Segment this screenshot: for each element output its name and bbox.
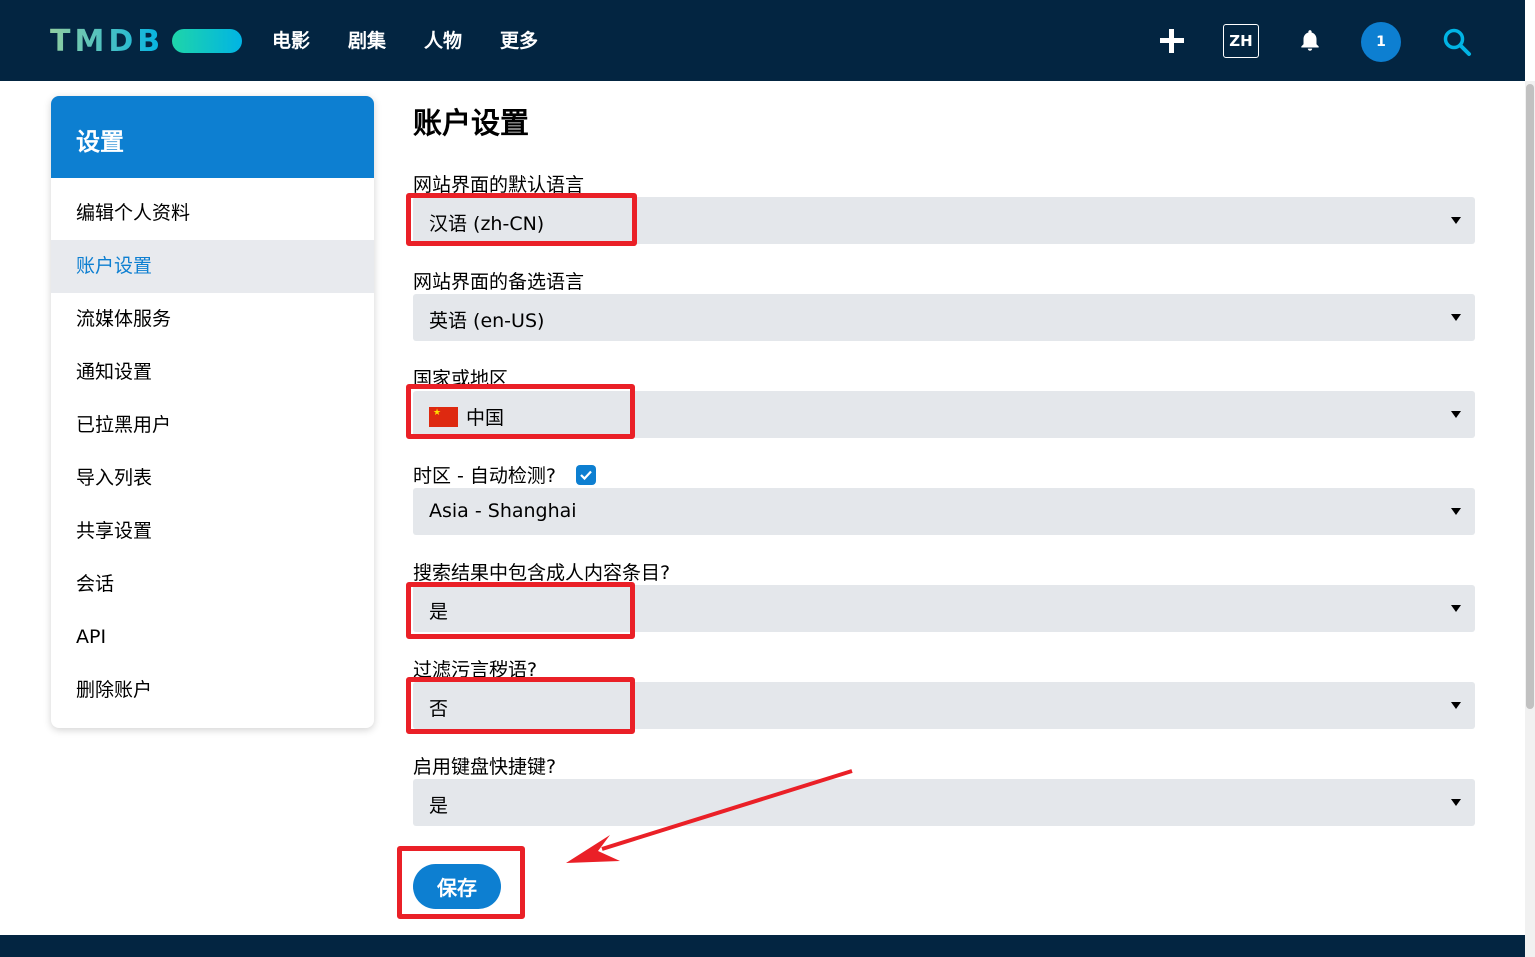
page-title: 账户设置 [413,106,530,140]
highlight-box-adult-content [406,582,635,639]
logo-pill [172,29,243,53]
keyboard-shortcuts-value: 是 [429,795,449,817]
fallback-language-label: 网站界面的备选语言 [413,271,585,293]
highlight-box-filter-profanity [406,677,635,734]
nav-tv[interactable]: 剧集 [348,26,386,53]
sidebar-item-streaming-services[interactable]: 流媒体服务 [51,293,374,346]
bell-icon[interactable] [1297,28,1323,54]
language-badge[interactable]: ZH [1223,24,1259,58]
sidebar-item-api[interactable]: API [51,611,374,664]
sidebar-item-sessions[interactable]: 会话 [51,558,374,611]
logo-text: TMDB [50,23,165,59]
caret-down-icon [1451,411,1461,418]
timezone-value: Asia - Shanghai [429,500,577,522]
scrollbar-thumb[interactable] [1526,84,1534,709]
sidebar-item-notifications[interactable]: 通知设置 [51,346,374,399]
caret-down-icon [1451,702,1461,709]
adult-content-label: 搜索结果中包含成人内容条目? [413,562,671,584]
sidebar-item-account-settings[interactable]: 账户设置 [51,240,374,293]
keyboard-shortcuts-label: 启用键盘快捷键? [413,756,557,778]
settings-sidebar: 设置 编辑个人资料 账户设置 流媒体服务 通知设置 已拉黑用户 导入列表 共享设… [51,96,374,728]
sidebar-item-delete-account[interactable]: 删除账户 [51,664,374,717]
timezone-auto-detect-checkbox[interactable] [576,465,596,485]
nav-people[interactable]: 人物 [424,26,462,53]
highlight-box-country [406,384,635,439]
tmdb-logo[interactable]: TMDB [50,23,243,59]
sidebar-item-blocked-users[interactable]: 已拉黑用户 [51,399,374,452]
sidebar-list: 编辑个人资料 账户设置 流媒体服务 通知设置 已拉黑用户 导入列表 共享设置 会… [51,178,374,717]
caret-down-icon [1451,314,1461,321]
timezone-select[interactable]: Asia - Shanghai [413,488,1475,535]
check-icon [580,470,592,481]
sidebar-item-import-lists[interactable]: 导入列表 [51,452,374,505]
plus-icon[interactable] [1160,29,1184,53]
fallback-language-value: 英语 (en-US) [429,310,545,332]
footer [0,935,1525,957]
nav-movies[interactable]: 电影 [272,26,310,53]
sidebar-title: 设置 [51,96,374,178]
fallback-language-select[interactable]: 英语 (en-US) [413,294,1475,341]
highlight-box-save [397,846,525,919]
nav-more[interactable]: 更多 [500,26,538,53]
annotation-arrow-icon [566,769,853,863]
sidebar-item-sharing[interactable]: 共享设置 [51,505,374,558]
top-navbar: TMDB 电影 剧集 人物 更多 ZH 1 [0,0,1525,81]
highlight-box-default-language [406,193,637,246]
caret-down-icon [1451,508,1461,515]
caret-down-icon [1451,605,1461,612]
timezone-label: 时区 - 自动检测? [413,465,557,487]
caret-down-icon [1451,799,1461,806]
sidebar-item-edit-profile[interactable]: 编辑个人资料 [51,187,374,240]
avatar[interactable]: 1 [1361,22,1401,62]
search-icon[interactable] [1442,27,1472,57]
caret-down-icon [1451,217,1461,224]
main-nav: 电影 剧集 人物 更多 [272,26,576,53]
